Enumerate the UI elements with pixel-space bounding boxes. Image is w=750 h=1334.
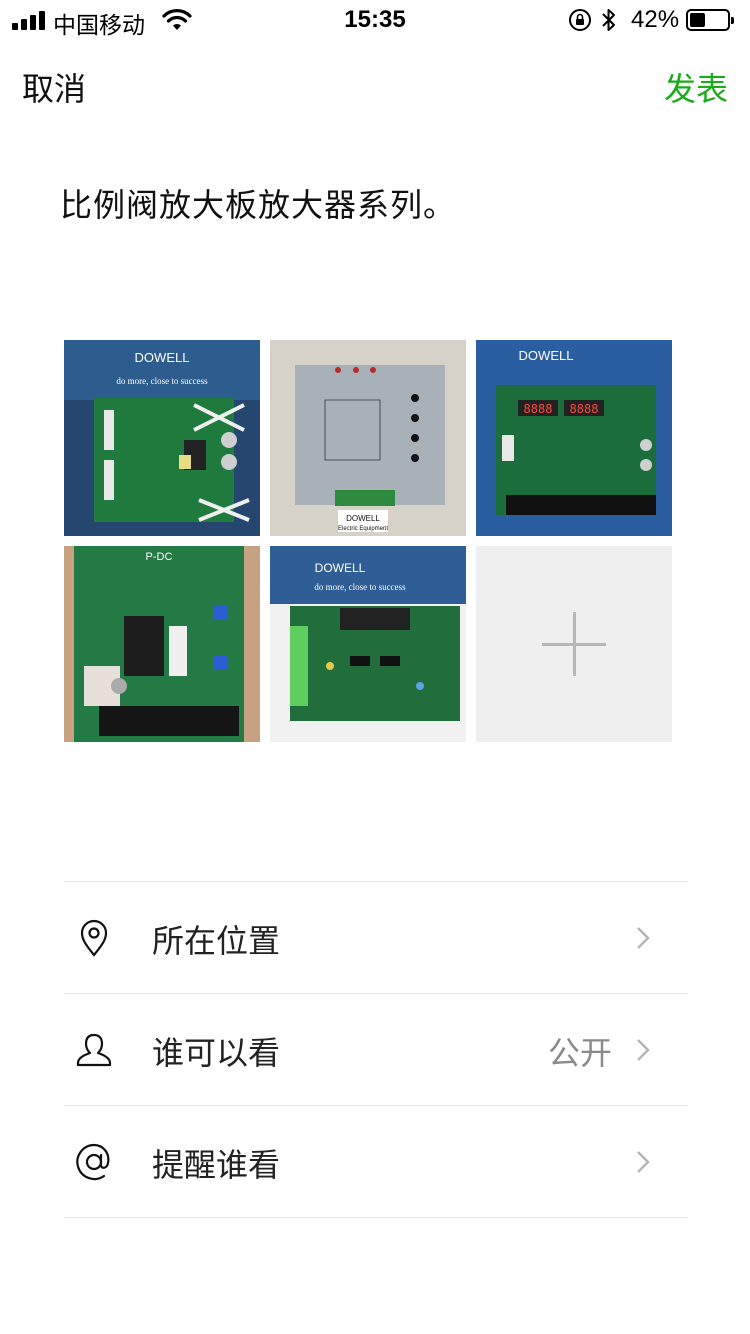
- battery-percent: 42%: [631, 6, 680, 33]
- visibility-row[interactable]: 谁可以看 公开: [64, 994, 688, 1106]
- post-text[interactable]: 比例阀放大板放大器系列。: [60, 180, 456, 226]
- photo-thumbnail[interactable]: DOWELL do more, close to success: [64, 340, 260, 536]
- photo-caption-sub: Electric Equipment: [338, 526, 388, 532]
- amplifier-box-photo: DOWELL Electric Equipment: [270, 340, 466, 536]
- photo-caption-sub: do more, close to success: [314, 582, 406, 592]
- circuit-board-photo: DOWELL do more, close to success: [64, 340, 260, 536]
- location-row[interactable]: 所在位置: [64, 882, 688, 994]
- battery-level: [690, 13, 706, 27]
- battery-icon: [686, 9, 734, 31]
- svg-text:8888: 8888: [570, 402, 599, 416]
- add-photo-button[interactable]: [476, 546, 672, 742]
- cancel-button[interactable]: 取消: [22, 64, 86, 110]
- svg-text:8888: 8888: [524, 402, 553, 416]
- photo-caption-top: P-DC: [146, 551, 173, 563]
- digital-controller-photo: DOWELL 8888 8888: [476, 340, 672, 536]
- publish-button[interactable]: 发表: [664, 64, 728, 110]
- chevron-right-icon: [637, 927, 650, 949]
- image-grid: DOWELL do more, close to success DOWELL …: [64, 340, 674, 742]
- orientation-lock-icon: [569, 9, 591, 31]
- bluetooth-icon: [602, 9, 615, 31]
- photo-caption-top: DOWELL: [315, 561, 366, 575]
- photo-thumbnail[interactable]: P-DC: [64, 546, 260, 742]
- post-options: 所在位置 谁可以看 公开 提醒谁看: [64, 881, 688, 1218]
- photo-thumbnail[interactable]: DOWELL do more, close to success: [270, 546, 466, 742]
- photo-thumbnail[interactable]: DOWELL Electric Equipment: [270, 340, 466, 536]
- board-with-heatsink-photo: P-DC: [64, 546, 260, 742]
- chevron-right-icon: [637, 1151, 650, 1173]
- chevron-right-icon: [637, 1039, 650, 1061]
- plus-icon: [542, 612, 606, 676]
- photo-caption-top: DOWELL: [346, 514, 380, 523]
- location-pin-icon: [80, 919, 108, 957]
- location-label: 所在位置: [152, 922, 281, 960]
- green-board-photo: DOWELL do more, close to success: [270, 546, 466, 742]
- mention-label: 提醒谁看: [152, 1146, 281, 1184]
- status-bar: 中国移动 15:35 42%: [0, 0, 750, 40]
- photo-caption-top: DOWELL: [519, 348, 574, 363]
- visibility-label: 谁可以看: [152, 1034, 281, 1072]
- at-sign-icon: [76, 1143, 110, 1181]
- visibility-value: 公开: [547, 1034, 612, 1072]
- person-icon: [76, 1033, 112, 1067]
- photo-caption-sub: do more, close to success: [116, 376, 208, 386]
- mention-row[interactable]: 提醒谁看: [64, 1106, 688, 1218]
- photo-thumbnail[interactable]: DOWELL 8888 8888: [476, 340, 672, 536]
- photo-caption-top: DOWELL: [135, 350, 190, 365]
